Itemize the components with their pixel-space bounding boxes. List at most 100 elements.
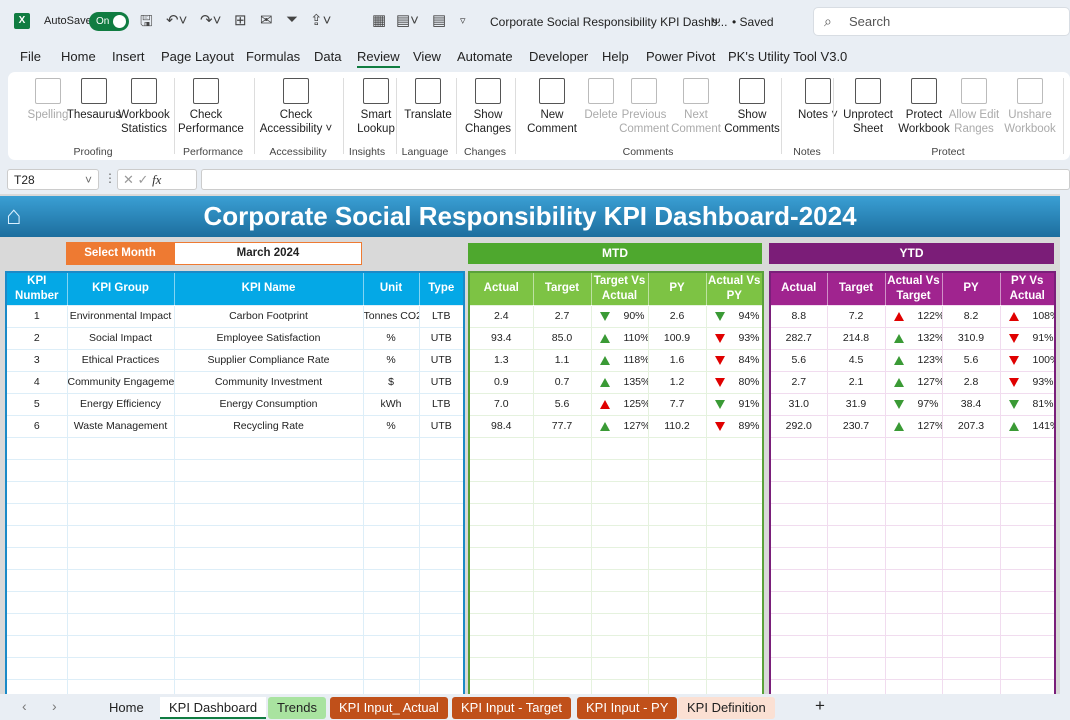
empty-cell[interactable] [941,524,1001,548]
empty-cell[interactable] [5,458,68,482]
empty-cell[interactable] [884,524,943,548]
empty-cell[interactable] [66,480,175,504]
empty-cell[interactable] [941,656,1001,680]
undo-icon[interactable]: ↶˅ [166,11,187,29]
form-icon[interactable]: ▦ [372,11,386,29]
empty-cell[interactable] [769,612,828,636]
empty-cell[interactable] [999,546,1056,570]
empty-cell[interactable] [418,546,465,570]
empty-cell[interactable] [173,612,364,636]
empty-cell[interactable] [532,656,592,680]
empty-cell[interactable] [826,524,886,548]
empty-cell[interactable] [941,502,1001,526]
allow-edit-ranges-button[interactable]: Allow Edit Ranges [946,78,1002,136]
menu-data[interactable]: Data [314,49,341,64]
empty-cell[interactable] [5,502,68,526]
empty-cell[interactable] [647,524,707,548]
empty-cell[interactable] [362,634,420,658]
menu-power-pivot[interactable]: Power Pivot [646,49,715,64]
empty-cell[interactable] [66,656,175,680]
menu-page-layout[interactable]: Page Layout [161,49,234,64]
empty-cell[interactable] [66,546,175,570]
empty-cell[interactable] [826,590,886,614]
empty-cell[interactable] [999,458,1056,482]
empty-cell[interactable] [999,524,1056,548]
empty-cell[interactable] [705,480,764,504]
empty-cell[interactable] [362,590,420,614]
empty-cell[interactable] [647,612,707,636]
previous-comment-button[interactable]: Previous Comment [616,78,672,136]
empty-cell[interactable] [362,458,420,482]
sheet-tab-kpi-input-actual[interactable]: KPI Input_ Actual [330,697,448,719]
empty-cell[interactable] [532,502,592,526]
scroll-right-icon[interactable]: › [52,698,57,714]
empty-cell[interactable] [362,524,420,548]
sheet-tab-kpi-input-target[interactable]: KPI Input - Target [452,697,571,719]
empty-cell[interactable] [884,590,943,614]
empty-cell[interactable] [999,634,1056,658]
menu-insert[interactable]: Insert [112,49,145,64]
empty-cell[interactable] [647,546,707,570]
next-comment-button[interactable]: Next Comment [668,78,724,136]
thesaurus-button[interactable]: Thesaurus [66,78,122,122]
workbook-statistics-button[interactable]: Workbook Statistics [116,78,172,136]
empty-cell[interactable] [5,590,68,614]
empty-cell[interactable] [826,480,886,504]
empty-cell[interactable] [884,436,943,460]
empty-cell[interactable] [884,458,943,482]
empty-cell[interactable] [173,656,364,680]
empty-cell[interactable] [769,656,828,680]
empty-cell[interactable] [590,524,649,548]
borders-icon[interactable]: ⊞ [234,11,247,29]
show-comments-button[interactable]: Show Comments [724,78,780,136]
empty-cell[interactable] [173,458,364,482]
empty-cell[interactable] [5,568,68,592]
empty-cell[interactable] [362,436,420,460]
new-comment-button[interactable]: New Comment [524,78,580,136]
sheet-tab-trends[interactable]: Trends [268,697,326,719]
empty-cell[interactable] [705,436,764,460]
empty-cell[interactable] [647,458,707,482]
menu-formulas[interactable]: Formulas [246,49,300,64]
empty-cell[interactable] [418,502,465,526]
unprotect-sheet-button[interactable]: Unprotect Sheet [840,78,896,136]
empty-cell[interactable] [999,590,1056,614]
sheet-tab-kpi-definition[interactable]: KPI Definition [678,697,775,719]
empty-cell[interactable] [769,436,828,460]
empty-cell[interactable] [884,568,943,592]
empty-cell[interactable] [66,524,175,548]
empty-cell[interactable] [66,436,175,460]
empty-cell[interactable] [532,524,592,548]
empty-cell[interactable] [418,436,465,460]
empty-cell[interactable] [647,480,707,504]
insert-function-button[interactable]: fx [152,172,161,187]
menu-home[interactable]: Home [61,49,96,64]
empty-cell[interactable] [705,502,764,526]
empty-cell[interactable] [418,656,465,680]
empty-cell[interactable] [468,568,534,592]
scroll-left-icon[interactable]: ‹ [22,698,27,714]
empty-cell[interactable] [5,612,68,636]
autosave-toggle[interactable]: On [89,12,129,31]
empty-cell[interactable] [590,568,649,592]
empty-cell[interactable] [590,590,649,614]
empty-cell[interactable] [5,524,68,548]
empty-cell[interactable] [769,634,828,658]
empty-cell[interactable] [705,612,764,636]
empty-cell[interactable] [647,436,707,460]
empty-cell[interactable] [532,458,592,482]
empty-cell[interactable] [941,612,1001,636]
empty-cell[interactable] [769,502,828,526]
share-icon[interactable]: ⇪˅ [310,11,331,29]
empty-cell[interactable] [769,524,828,548]
empty-cell[interactable] [173,524,364,548]
empty-cell[interactable] [884,656,943,680]
empty-cell[interactable] [468,546,534,570]
empty-cell[interactable] [999,436,1056,460]
empty-cell[interactable] [66,458,175,482]
empty-cell[interactable] [5,634,68,658]
empty-cell[interactable] [884,634,943,658]
empty-cell[interactable] [468,480,534,504]
empty-cell[interactable] [418,612,465,636]
empty-cell[interactable] [705,546,764,570]
